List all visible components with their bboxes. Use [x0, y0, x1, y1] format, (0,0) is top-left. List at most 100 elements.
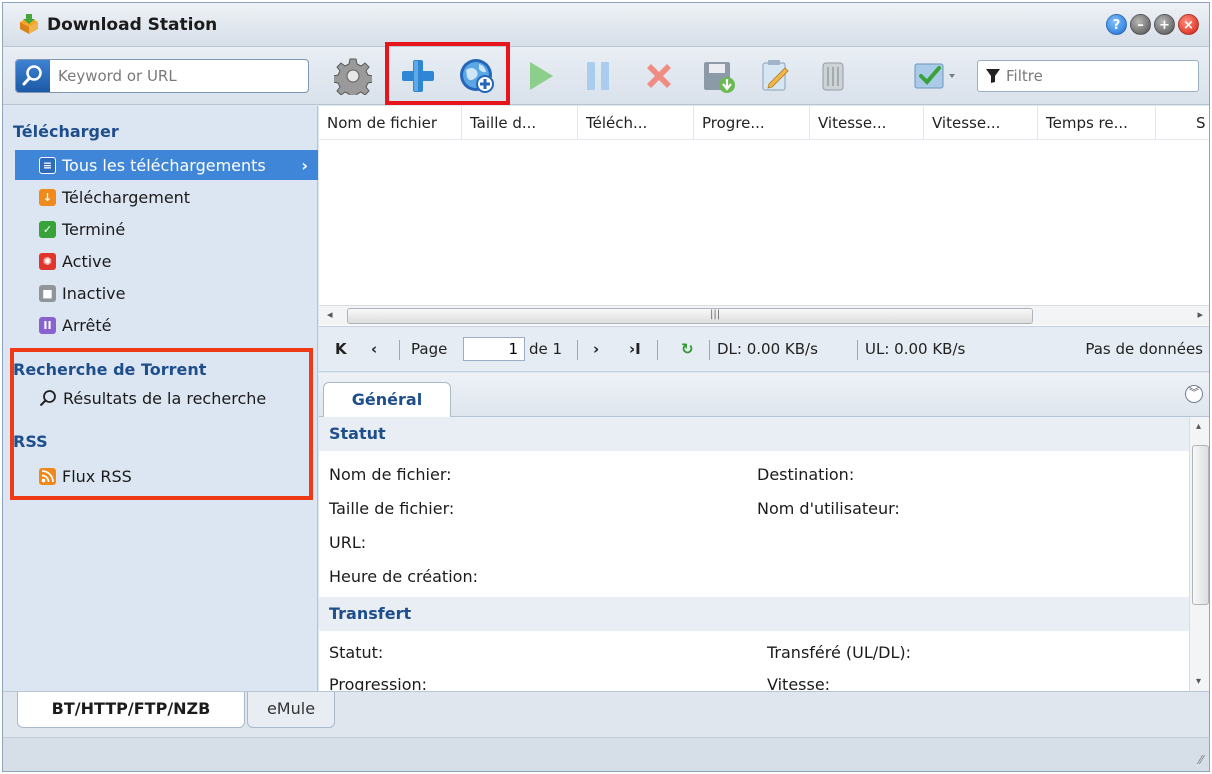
- set-destination-button[interactable]: [696, 54, 740, 98]
- clear-completed-button[interactable]: [811, 54, 855, 98]
- save-download-icon: [704, 62, 735, 93]
- pause-small-icon: II: [39, 316, 56, 334]
- select-menu-button[interactable]: [907, 54, 963, 98]
- horizontal-scrollbar[interactable]: ◂ ||| ▸: [319, 305, 1209, 325]
- help-button[interactable]: ?: [1106, 14, 1127, 35]
- detail-tab-strip: Général ︾: [319, 373, 1209, 418]
- tab-emule[interactable]: eMule: [247, 692, 335, 728]
- group-header-status: Statut: [319, 417, 1191, 451]
- grid-header: Nom de fichier Taille d... Téléch... Pro…: [319, 106, 1209, 140]
- last-page-icon[interactable]: ›I: [629, 340, 641, 358]
- divider: [709, 340, 710, 360]
- tab-general[interactable]: Général: [323, 382, 451, 418]
- pagination-bar: K ‹ Page de 1 › ›I ↻ DL: 0.00 KB/s UL: 0…: [319, 326, 1209, 372]
- sidebar: Télécharger ≡ Tous les téléchargements ›…: [3, 106, 318, 691]
- delete-button[interactable]: [637, 54, 681, 98]
- vertical-scroll-thumb[interactable]: [1192, 445, 1209, 605]
- status-bar: ⁄⁄: [3, 737, 1209, 771]
- detail-panel: Général ︾ Statut Nom de fichier: Destina…: [319, 373, 1209, 691]
- search-input[interactable]: [58, 64, 302, 88]
- settings-button[interactable]: [331, 54, 375, 98]
- resize-grip-icon[interactable]: ⁄⁄: [1199, 753, 1203, 767]
- sidebar-item-stopped[interactable]: II Arrêté: [15, 310, 318, 340]
- chevron-down-icon: [949, 74, 955, 78]
- plus-icon: [402, 60, 434, 92]
- field-speed-label: Vitesse:: [767, 675, 831, 691]
- sidebar-item-completed[interactable]: ✓ Terminé: [15, 214, 318, 244]
- sidebar-item-label: Téléchargement: [62, 187, 191, 207]
- close-button[interactable]: ×: [1178, 14, 1199, 35]
- play-icon: [530, 62, 553, 90]
- download-list: Nom de fichier Taille d... Téléch... Pro…: [319, 106, 1209, 326]
- sidebar-item-inactive[interactable]: ■ Inactive: [15, 278, 318, 308]
- group-header-transfer: Transfert: [319, 597, 1191, 631]
- search-icon[interactable]: [16, 60, 50, 92]
- detail-body: Statut Nom de fichier: Destination: Tail…: [319, 417, 1191, 691]
- column-header-status[interactable]: S: [1156, 106, 1209, 140]
- page-number-input[interactable]: [463, 337, 525, 361]
- trash-icon: [822, 62, 844, 91]
- scroll-right-icon[interactable]: ▸: [1197, 308, 1203, 321]
- scroll-left-icon[interactable]: ◂: [327, 308, 333, 321]
- field-destination-label: Destination:: [757, 465, 855, 484]
- column-header-filename[interactable]: Nom de fichier: [319, 106, 462, 140]
- next-page-icon[interactable]: ›: [593, 340, 599, 358]
- field-progress-label: Progression:: [329, 675, 428, 691]
- vertical-scrollbar[interactable]: ▴ ▾: [1189, 417, 1209, 691]
- sidebar-item-search-results[interactable]: Résultats de la recherche: [15, 383, 318, 413]
- check-list-icon: [914, 63, 955, 89]
- scroll-up-icon[interactable]: ▴: [1196, 421, 1201, 432]
- minimize-button[interactable]: –: [1130, 14, 1151, 35]
- field-filesize-label: Taille de fichier:: [329, 499, 455, 518]
- add-task-button[interactable]: [396, 54, 440, 98]
- inactive-square-icon: ■: [39, 284, 56, 302]
- maximize-button[interactable]: +: [1154, 14, 1175, 35]
- scroll-down-icon[interactable]: ▾: [1196, 676, 1201, 687]
- search-box: [15, 59, 309, 93]
- pause-icon: [587, 62, 609, 90]
- rss-icon: [39, 467, 56, 485]
- sidebar-item-rss-feeds[interactable]: Flux RSS: [15, 461, 318, 491]
- title-bar: Download Station ? – + ×: [3, 3, 1209, 47]
- sidebar-item-label: Terminé: [62, 219, 126, 239]
- column-header-downloaded[interactable]: Téléch...: [578, 106, 694, 140]
- edit-button[interactable]: [753, 54, 797, 98]
- sidebar-item-label: Tous les téléchargements: [62, 155, 266, 175]
- sidebar-item-downloading[interactable]: ↓ Téléchargement: [15, 182, 318, 212]
- tab-bt-http-ftp-nzb[interactable]: BT/HTTP/FTP/NZB: [17, 692, 245, 728]
- download-arrow-icon: ↓: [39, 188, 56, 206]
- check-icon: ✓: [39, 220, 56, 238]
- sidebar-item-label: Active: [62, 251, 112, 271]
- resume-button[interactable]: [518, 54, 562, 98]
- refresh-icon[interactable]: ↻: [681, 340, 694, 358]
- column-header-time-left[interactable]: Temps re...: [1038, 106, 1156, 140]
- field-created-label: Heure de création:: [329, 567, 478, 586]
- pause-button[interactable]: [576, 54, 620, 98]
- field-filename-label: Nom de fichier:: [329, 465, 452, 484]
- add-url-button[interactable]: [455, 54, 499, 98]
- page-label: Page: [411, 340, 448, 358]
- divider: [399, 340, 400, 360]
- sidebar-item-label: Arrêté: [62, 315, 112, 335]
- download-speed-total: DL: 0.00 KB/s: [717, 340, 818, 358]
- horizontal-scroll-thumb[interactable]: |||: [347, 308, 1033, 324]
- sidebar-item-active[interactable]: ✺ Active: [15, 246, 318, 276]
- column-header-size[interactable]: Taille d...: [462, 106, 578, 140]
- upload-speed-total: UL: 0.00 KB/s: [865, 340, 966, 358]
- column-header-progress[interactable]: Progre...: [694, 106, 810, 140]
- edit-icon: [762, 60, 789, 91]
- page-of-label: de 1: [529, 340, 563, 358]
- download-station-window: Download Station ? – + × Keyword or URL …: [2, 2, 1210, 772]
- sidebar-item-all-downloads[interactable]: ≡ Tous les téléchargements ›: [15, 150, 318, 180]
- prev-page-icon[interactable]: ‹: [371, 340, 377, 358]
- column-header-download-speed[interactable]: Vitesse...: [924, 106, 1038, 140]
- protocol-tabs: BT/HTTP/FTP/NZB eMule: [3, 691, 1209, 737]
- toolbar: [3, 47, 1209, 105]
- collapse-panel-icon[interactable]: ︾: [1185, 385, 1203, 403]
- first-page-icon[interactable]: K: [335, 340, 347, 358]
- chevron-right-icon: ›: [301, 155, 308, 175]
- field-username-label: Nom d'utilisateur:: [757, 499, 900, 518]
- filter-input[interactable]: [1006, 65, 1192, 87]
- column-header-upload-speed[interactable]: Vitesse...: [810, 106, 924, 140]
